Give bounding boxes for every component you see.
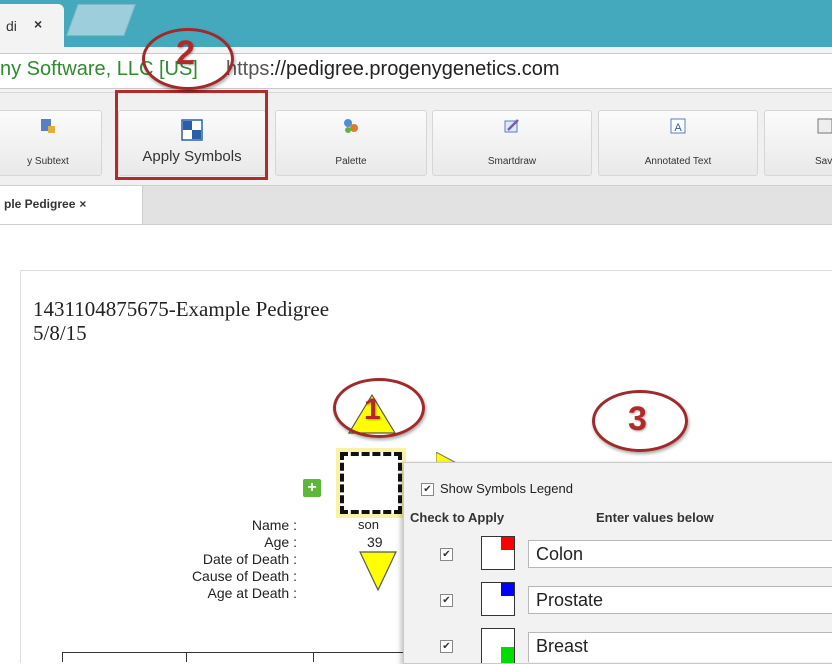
table-divider — [62, 652, 63, 662]
check-to-apply-header: Check to Apply — [410, 510, 505, 525]
apply-checkbox-colon[interactable]: ✔ — [440, 548, 453, 561]
callout-circle-1 — [333, 378, 425, 438]
subtext-icon — [41, 119, 55, 133]
palette-icon — [344, 119, 358, 133]
symbol-value-prostate[interactable]: Prostate — [528, 586, 832, 614]
patient-label-cause-of-death: Cause of Death : — [191, 568, 297, 584]
patient-label-age-at-death: Age at Death : — [207, 585, 297, 601]
patient-label-age: Age : — [264, 534, 297, 550]
smartdraw-label: Smartdraw — [487, 156, 537, 167]
subtext-button-label: y Subtext — [27, 156, 69, 167]
url-text[interactable]: https://pedigree.progenygenetics.com — [226, 58, 560, 81]
symbol-value-breast[interactable]: Breast — [528, 632, 832, 662]
show-legend-checkbox[interactable]: ✔ — [421, 483, 434, 496]
symbol-swatch-prostate[interactable] — [481, 582, 515, 616]
annotated-text-button[interactable]: A Annotated Text — [598, 110, 758, 176]
document-tab[interactable]: ple Pedigree × — [0, 186, 143, 224]
apply-checkbox-prostate[interactable]: ✔ — [440, 594, 453, 607]
patient-age-value: 39 — [367, 534, 383, 550]
callout-number-3: 3 — [628, 400, 647, 438]
symbol-value-colon[interactable]: Colon — [528, 540, 832, 568]
browser-tab-title: di — [6, 18, 17, 34]
enter-values-header: Enter values below — [596, 510, 714, 525]
close-icon[interactable]: × — [34, 16, 42, 32]
browser-tab[interactable]: di × — [0, 4, 64, 47]
table-divider — [186, 652, 187, 662]
callout-number-2: 2 — [176, 34, 195, 72]
patient-name-value: son — [358, 517, 379, 532]
pedigree-title: 1431104875675-Example Pedigree — [33, 297, 330, 321]
pedigree-date: 5/8/15 — [33, 321, 87, 345]
save-button[interactable]: Save — [764, 110, 832, 176]
save-icon — [817, 118, 832, 134]
swatch-fill — [501, 537, 514, 550]
symbol-swatch-colon[interactable] — [481, 536, 515, 570]
patient-label-date-of-death: Date of Death : — [202, 551, 297, 567]
add-relative-plus-icon[interactable]: + — [303, 479, 321, 497]
annotated-text-icon: A — [670, 118, 686, 134]
patient-symbol[interactable] — [340, 452, 402, 514]
palette-button[interactable]: Palette — [275, 110, 427, 176]
close-icon[interactable]: × — [79, 197, 86, 211]
subtext-button[interactable]: y Subtext — [0, 110, 102, 176]
annotated-text-label: Annotated Text — [644, 156, 712, 167]
patient-label-name: Name : — [251, 517, 297, 533]
palette-label: Palette — [335, 156, 367, 167]
swatch-fill — [501, 647, 514, 663]
smartdraw-icon — [504, 119, 519, 133]
smartdraw-button[interactable]: Smartdraw — [432, 110, 592, 176]
child-arrow-icon[interactable] — [358, 550, 398, 592]
save-label: Save — [815, 156, 832, 167]
table-divider — [313, 652, 314, 662]
apply-symbols-highlight — [115, 90, 268, 180]
show-legend-label: Show Symbols Legend — [440, 481, 573, 496]
url-host: ://pedigree.progenygenetics.com — [269, 58, 560, 80]
data-table-top — [62, 652, 412, 663]
swatch-fill — [501, 583, 514, 596]
new-tab-button[interactable] — [66, 4, 136, 36]
apply-checkbox-breast[interactable]: ✔ — [440, 640, 453, 653]
document-tab-label: ple Pedigree — [4, 197, 76, 211]
symbol-swatch-breast[interactable] — [481, 628, 515, 663]
svg-text:A: A — [674, 122, 682, 134]
